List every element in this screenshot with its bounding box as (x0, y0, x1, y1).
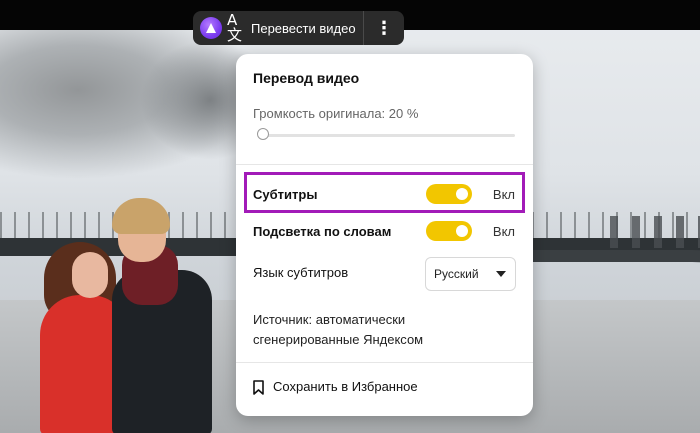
alice-icon (200, 17, 222, 39)
subtitle-language-label: Язык субтитров (253, 265, 349, 280)
video-scene-people (610, 216, 700, 248)
divider (236, 362, 533, 363)
subtitle-language-value: Русский (434, 267, 479, 281)
subtitles-highlight-frame (244, 172, 525, 213)
divider (236, 164, 533, 165)
word-highlight-label: Подсветка по словам (253, 223, 392, 239)
translate-video-toolbar: A文 Перевести видео ⋮ (193, 11, 404, 45)
save-to-favorites-label: Сохранить в Избранное (273, 379, 418, 394)
chevron-down-icon (496, 271, 506, 277)
word-highlight-toggle[interactable] (426, 221, 472, 241)
video-translation-panel: Перевод видео Громкость оригинала: 20 % … (236, 54, 533, 416)
translate-video-label: Перевести видео (251, 20, 356, 36)
translate-video-button[interactable]: A文 Перевести видео (193, 11, 364, 45)
subtitle-source-text: Источник: автоматически сгенерированные … (253, 312, 424, 347)
more-vertical-icon[interactable]: ⋮ (364, 11, 404, 45)
video-scene-woman-face (72, 252, 108, 298)
original-volume-slider[interactable] (257, 128, 515, 140)
translate-icon: A文 (227, 11, 243, 44)
panel-title: Перевод видео (253, 70, 360, 86)
word-highlight-state: Вкл (492, 223, 515, 239)
bookmark-icon (253, 379, 264, 395)
original-volume-label: Громкость оригинала: 20 % (253, 106, 419, 121)
save-to-favorites-button[interactable]: Сохранить в Избранное (253, 379, 418, 395)
word-highlight-row: Подсветка по словам Вкл (253, 217, 515, 245)
original-volume-slider-thumb[interactable] (257, 128, 270, 140)
video-scene-man-hair (112, 198, 170, 234)
subtitle-language-select[interactable]: Русский (425, 257, 516, 291)
